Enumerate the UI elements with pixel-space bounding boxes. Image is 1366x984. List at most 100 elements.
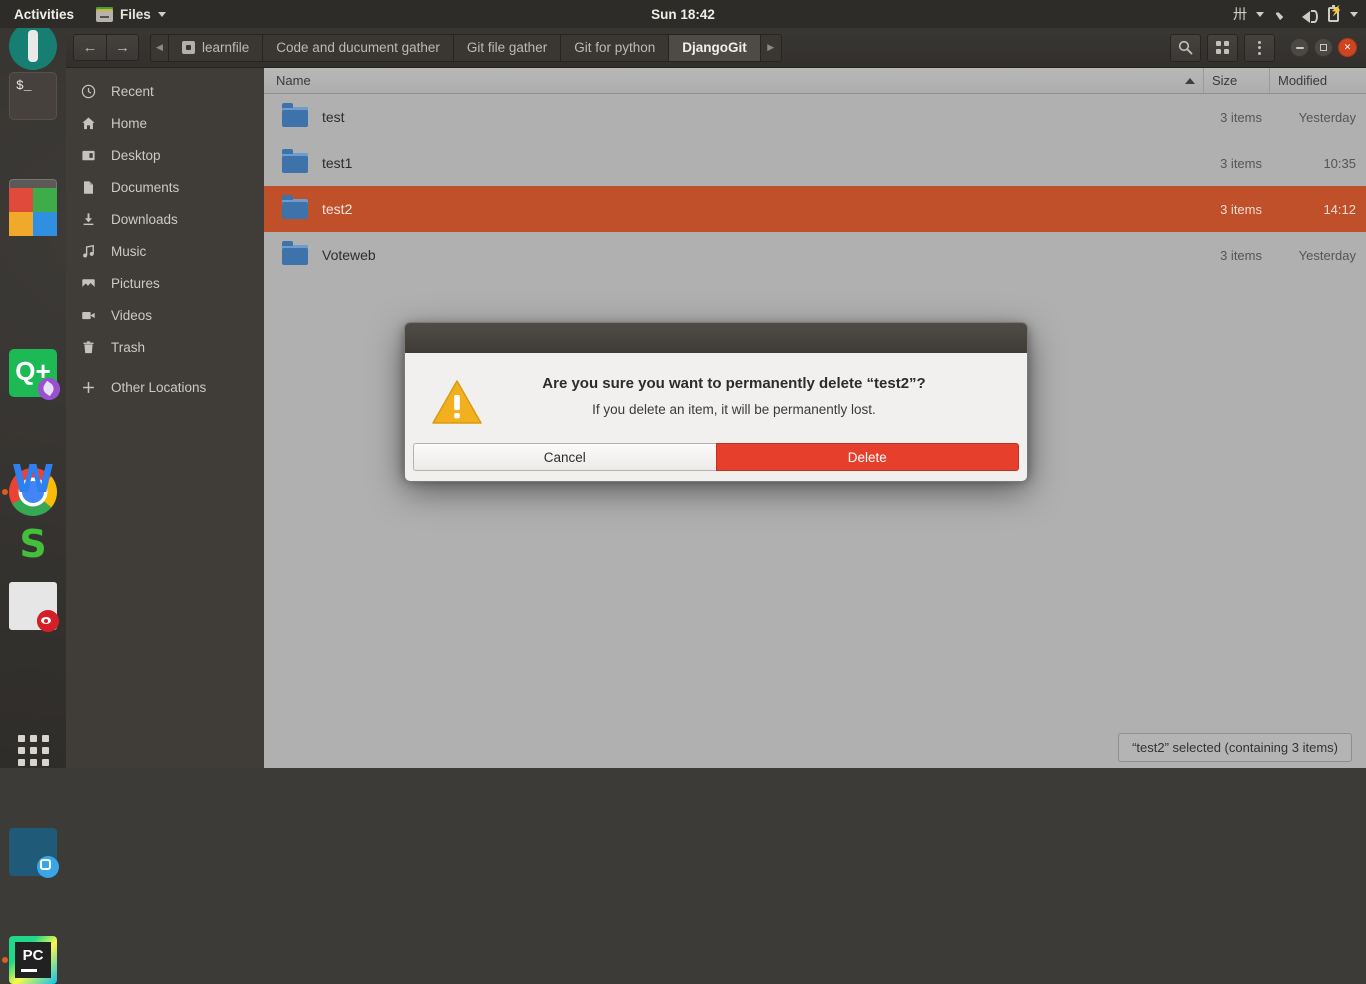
ibus-icon[interactable]: 卅 <box>1233 4 1245 24</box>
sidebar-item-videos[interactable]: Videos <box>66 299 264 331</box>
file-name-label: test <box>322 109 345 125</box>
table-row[interactable]: Voteweb 3 items Yesterday <box>264 232 1366 278</box>
volume-icon[interactable] <box>1302 8 1317 21</box>
column-header-name-label: Name <box>276 73 311 88</box>
sidebar-item-label: Home <box>111 116 147 131</box>
dot <box>1258 52 1261 55</box>
menu-dots-icon <box>1258 41 1261 55</box>
file-size-cell: 3 items <box>1204 248 1270 263</box>
office-tile-green <box>33 188 57 212</box>
dialog-actions: Cancel Delete <box>405 443 1027 481</box>
dock-item-screenshot[interactable] <box>9 828 57 876</box>
breadcrumb-item-learnfile[interactable]: learnfile <box>168 34 262 62</box>
file-modified-cell: 10:35 <box>1270 156 1366 171</box>
dock-item-system-settings[interactable] <box>9 22 57 70</box>
sidebar-item-downloads[interactable]: Downloads <box>66 203 264 235</box>
sidebar-item-label: Videos <box>111 308 152 323</box>
dock-item-ms-office[interactable] <box>9 188 57 236</box>
pycharm-bar <box>21 969 37 972</box>
camera-lens-icon <box>40 859 51 870</box>
back-button[interactable]: ← <box>73 34 106 61</box>
table-row-selected[interactable]: test2 3 items 14:12 <box>264 186 1366 232</box>
dialog-heading: Are you sure you want to permanently del… <box>507 375 961 392</box>
sidebar-item-documents[interactable]: Documents <box>66 171 264 203</box>
app-menu-label: Files <box>120 7 151 22</box>
file-size-cell: 3 items <box>1204 110 1270 125</box>
sidebar-item-label: Trash <box>111 340 145 355</box>
grid-dot <box>18 735 25 742</box>
file-modified-cell: Yesterday <box>1270 110 1366 125</box>
maximize-button[interactable] <box>1314 38 1333 57</box>
table-row[interactable]: test 3 items Yesterday <box>264 94 1366 140</box>
files-app-icon <box>96 7 113 22</box>
grid-cell <box>1224 49 1229 54</box>
grid-dot <box>30 747 37 754</box>
column-header-name[interactable]: Name <box>264 68 1204 93</box>
search-icon <box>1178 40 1193 55</box>
minimize-icon <box>1296 47 1304 49</box>
activities-button[interactable]: Activities <box>0 0 88 28</box>
folder-badge-icon <box>182 41 195 54</box>
dialog-body: Are you sure you want to permanently del… <box>405 353 1027 443</box>
forward-button[interactable]: → <box>106 34 139 61</box>
dock-item-terminal[interactable]: $_ <box>9 72 57 120</box>
sidebar-item-trash[interactable]: Trash <box>66 331 264 363</box>
breadcrumb-scroll-left[interactable]: ◀ <box>150 34 168 62</box>
dock-item-wps-spreadsheet[interactable]: S <box>9 520 57 568</box>
desktop-icon <box>80 148 97 163</box>
grid-dot <box>30 735 37 742</box>
breadcrumb-item-code-and-ducument-gather[interactable]: Code and ducument gather <box>262 34 453 62</box>
grid-dot <box>30 759 37 766</box>
window-controls: ✕ <box>1290 38 1357 57</box>
app-menu-files[interactable]: Files <box>88 0 174 28</box>
breadcrumb-item-git-for-python[interactable]: Git for python <box>560 34 668 62</box>
main-menu-button[interactable] <box>1244 34 1275 62</box>
places-sidebar: Recent Home Desktop Documents Downloads <box>66 68 264 768</box>
grid-cell <box>1216 49 1221 54</box>
file-name-cell: test <box>264 107 1204 127</box>
cancel-button[interactable]: Cancel <box>413 443 716 471</box>
file-name-cell: Voteweb <box>264 245 1204 265</box>
breadcrumb-scroll-right[interactable]: ▶ <box>760 34 782 62</box>
sidebar-item-desktop[interactable]: Desktop <box>66 139 264 171</box>
dock-item-document-viewer[interactable] <box>9 582 57 630</box>
sidebar-item-recent[interactable]: Recent <box>66 75 264 107</box>
show-applications-button[interactable] <box>9 726 57 774</box>
breadcrumb: ◀ learnfile Code and ducument gather Git… <box>150 34 782 62</box>
delete-button[interactable]: Delete <box>716 443 1020 471</box>
header-bar: ← → ◀ learnfile Code and ducument gather… <box>66 28 1366 68</box>
view-options-button[interactable] <box>1207 34 1238 62</box>
chevron-down-icon[interactable] <box>1350 12 1358 17</box>
sidebar-item-label: Desktop <box>111 148 161 163</box>
leaf-icon <box>41 381 56 396</box>
breadcrumb-item-djangogit[interactable]: DjangoGit <box>668 34 760 62</box>
search-button[interactable] <box>1170 34 1201 62</box>
sidebar-item-other-locations[interactable]: Other Locations <box>66 371 264 403</box>
dock-item-pycharm[interactable]: PC <box>9 936 57 984</box>
sidebar-item-pictures[interactable]: Pictures <box>66 267 264 299</box>
dock-item-wps-writer[interactable]: W <box>9 455 57 503</box>
file-modified-cell: 14:12 <box>1270 202 1366 217</box>
download-icon <box>80 212 97 227</box>
breadcrumb-item-git-file-gather[interactable]: Git file gather <box>453 34 560 62</box>
sidebar-item-music[interactable]: Music <box>66 235 264 267</box>
breadcrumb-label: Git file gather <box>467 40 547 55</box>
navigation-buttons: ← → <box>73 34 139 61</box>
office-tile-red <box>9 188 33 212</box>
chevron-down-icon[interactable] <box>1256 12 1264 17</box>
close-button[interactable]: ✕ <box>1338 38 1357 57</box>
folder-icon <box>282 245 308 265</box>
sidebar-item-label: Music <box>111 244 146 259</box>
battery-icon[interactable] <box>1328 7 1339 22</box>
wifi-icon[interactable] <box>1275 9 1291 20</box>
column-header-modified[interactable]: Modified <box>1270 68 1366 93</box>
column-header-size[interactable]: Size <box>1204 68 1270 93</box>
dock-item-qq[interactable]: Q+ <box>9 349 57 397</box>
folder-icon <box>282 153 308 173</box>
sidebar-item-home[interactable]: Home <box>66 107 264 139</box>
table-row[interactable]: test1 3 items 10:35 <box>264 140 1366 186</box>
minimize-button[interactable] <box>1290 38 1309 57</box>
clock[interactable]: Sun 18:42 <box>0 7 1366 22</box>
chevron-down-icon <box>158 12 166 17</box>
breadcrumb-label: Code and ducument gather <box>276 40 440 55</box>
